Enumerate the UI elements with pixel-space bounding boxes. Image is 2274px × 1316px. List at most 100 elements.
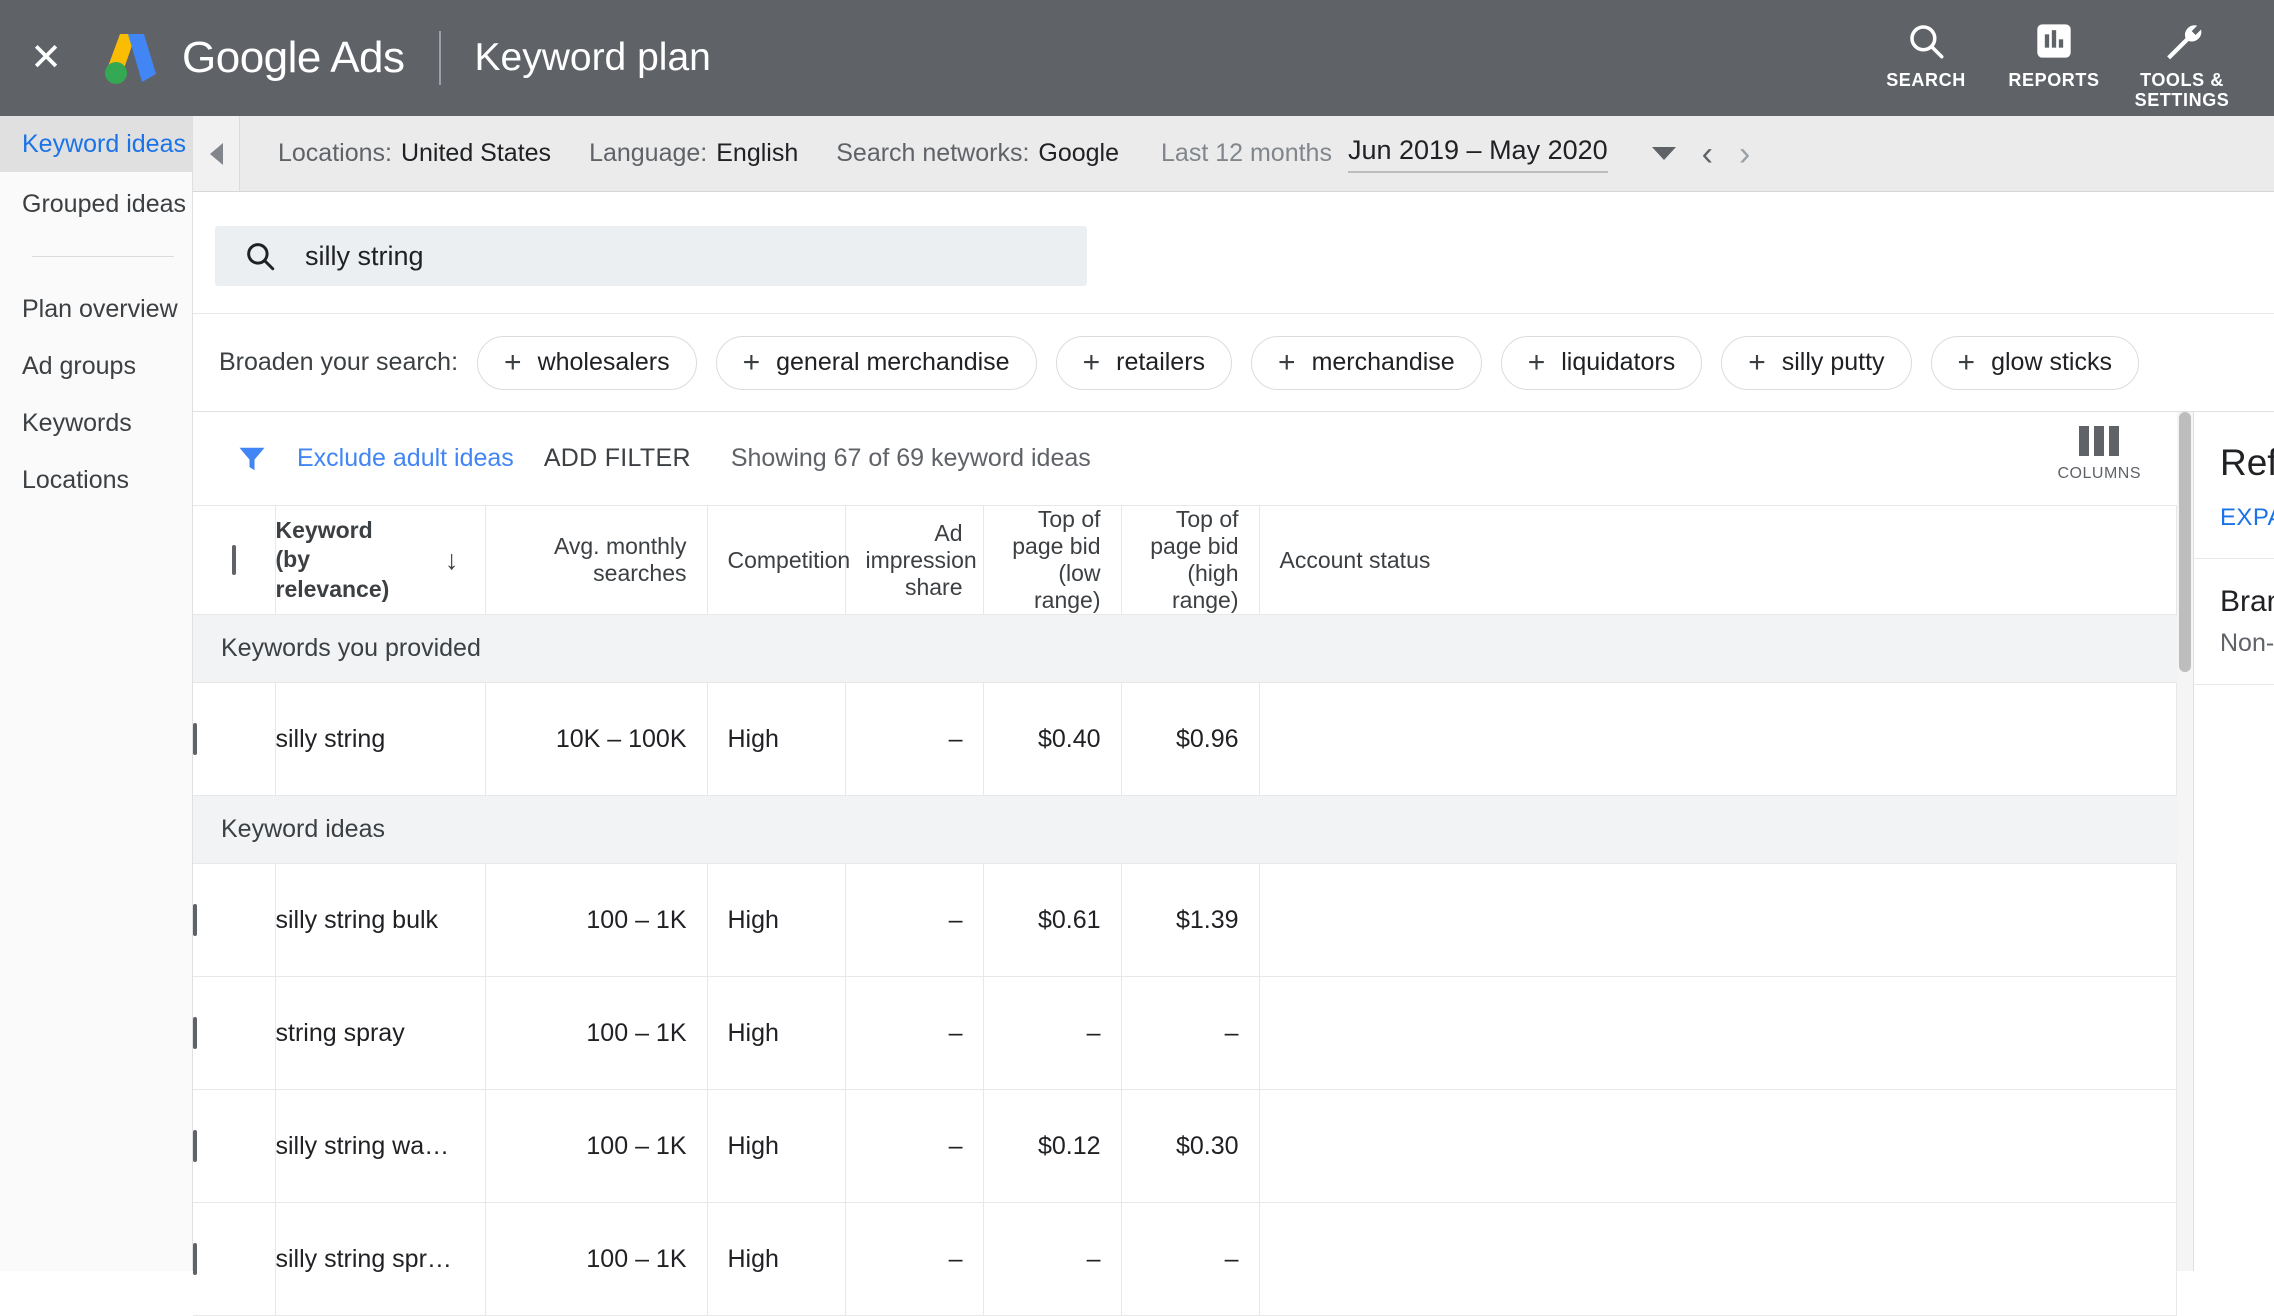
sidebar-item-locations[interactable]: Locations [0, 452, 192, 508]
cell-ad-impression-share: – [845, 977, 983, 1090]
column-header-avg-monthly-searches[interactable]: Avg. monthly searches [485, 506, 707, 615]
column-header-ad-impression-share[interactable]: Ad impression share [845, 506, 983, 615]
table-row[interactable]: silly string 10K – 100K High – $0.40 $0.… [193, 683, 2177, 796]
columns-button-label: COLUMNS [2057, 465, 2141, 483]
select-all-checkbox[interactable] [232, 545, 236, 575]
sidebar-item-grouped-ideas[interactable]: Grouped ideas [0, 176, 192, 232]
plus-icon: + [1083, 348, 1101, 378]
cell-account-status [1259, 1203, 2177, 1316]
column-header-competition[interactable]: Competition [707, 506, 845, 615]
cell-competition: High [707, 683, 845, 796]
row-checkbox[interactable] [193, 723, 197, 755]
broaden-chip-general-merchandise[interactable]: + general merchandise [716, 336, 1037, 390]
column-header-account-status[interactable]: Account status [1259, 506, 2177, 615]
broaden-chip-liquidators[interactable]: + liquidators [1501, 336, 1702, 390]
cell-keyword: string spray [275, 977, 485, 1090]
search-button[interactable]: SEARCH [1862, 12, 1990, 90]
search-input[interactable]: silly string [215, 226, 1087, 286]
broaden-chip-retailers[interactable]: + retailers [1056, 336, 1232, 390]
collapse-left-icon [210, 143, 223, 165]
column-header-keyword-line1: Keyword [276, 517, 373, 543]
sidebar-item-ad-groups[interactable]: Ad groups [0, 338, 192, 394]
chevron-left-icon[interactable]: ‹ [1702, 137, 1713, 171]
tools-settings-button[interactable]: TOOLS &SETTINGS [2118, 12, 2246, 110]
sidebar-item-keyword-ideas[interactable]: Keyword ideas [0, 116, 192, 172]
search-networks-filter[interactable]: Search networks: Google [836, 139, 1119, 168]
sidebar-item-keywords[interactable]: Keywords [0, 395, 192, 451]
broaden-chip-label: wholesalers [538, 348, 670, 377]
sidebar-item-label: Keywords [22, 409, 132, 438]
reports-button-label: REPORTS [2008, 70, 2099, 90]
vertical-scrollbar[interactable] [2177, 412, 2193, 1271]
broaden-chip-merchandise[interactable]: + merchandise [1251, 336, 1482, 390]
search-icon [243, 239, 277, 273]
reports-button[interactable]: REPORTS [1990, 12, 2118, 90]
sort-descending-arrow-icon[interactable]: ↓ [445, 545, 465, 576]
cell-account-status [1259, 1090, 2177, 1203]
broaden-chip-silly-putty[interactable]: + silly putty [1721, 336, 1911, 390]
language-filter-key: Language: [589, 139, 707, 168]
table-row[interactable]: string spray 100 – 1K High – – – [193, 977, 2177, 1090]
column-header-keyword-line3: relevance) [276, 576, 390, 602]
chevron-right-icon[interactable]: › [1739, 137, 1750, 171]
top-actions: SEARCH REPORTS TOOLS &SETTINGS [1862, 0, 2274, 116]
broaden-chip-label: silly putty [1782, 348, 1885, 377]
row-checkbox[interactable] [193, 1243, 197, 1275]
locations-filter[interactable]: Locations: United States [278, 139, 551, 168]
row-select-cell [193, 1090, 275, 1203]
refine-section-title: Brand or Non-Brand [2220, 585, 2274, 619]
tools-wrench-icon [2160, 18, 2204, 64]
cell-avg-monthly-searches: 100 – 1K [485, 1090, 707, 1203]
date-range-selector[interactable]: Last 12 months Jun 2019 – May 2020 [1161, 135, 1676, 173]
column-header-keyword[interactable]: Keyword (by relevance) ↓ [275, 506, 485, 615]
exclude-adult-ideas-filter[interactable]: Exclude adult ideas [297, 444, 514, 473]
collapse-left-button[interactable] [193, 116, 240, 191]
sidebar-item-label: Plan overview [22, 295, 178, 324]
keyword-ideas-panel: Exclude adult ideas ADD FILTER Showing 6… [193, 412, 2177, 1271]
plus-icon: + [1958, 348, 1976, 378]
table-row[interactable]: silly string bulk 100 – 1K High – $0.61 … [193, 864, 2177, 977]
broaden-search-row: Broaden your search: + wholesalers + gen… [193, 314, 2274, 412]
search-networks-filter-key: Search networks: [836, 139, 1029, 168]
cell-top-of-page-bid-high: – [1121, 1203, 1259, 1316]
broaden-chip-wholesalers[interactable]: + wholesalers [477, 336, 697, 390]
scrollbar-thumb[interactable] [2179, 412, 2191, 672]
top-app-bar: ✕ Google Ads Keyword plan SEARCH [0, 0, 2274, 116]
cell-top-of-page-bid-low: $0.40 [983, 683, 1121, 796]
filter-funnel-icon[interactable] [235, 444, 269, 474]
sidebar: Keyword ideas Grouped ideas Plan overvie… [0, 116, 193, 1271]
row-checkbox[interactable] [193, 904, 197, 936]
table-row[interactable]: silly string wa… 100 – 1K High – $0.12 $… [193, 1090, 2177, 1203]
table-row[interactable]: silly string spr… 100 – 1K High – – – [193, 1203, 2177, 1316]
row-checkbox[interactable] [193, 1130, 197, 1162]
cell-keyword: silly string wa… [275, 1090, 485, 1203]
close-icon[interactable]: ✕ [24, 36, 68, 80]
broaden-chip-glow-sticks[interactable]: + glow sticks [1931, 336, 2139, 390]
column-header-top-of-page-bid-high[interactable]: Top of page bid (high range) [1121, 506, 1259, 615]
expand-all-button[interactable]: EXPAND ALL [2220, 504, 2274, 532]
refine-section-brand[interactable]: Brand or Non-Brand Non-Brand [2194, 559, 2274, 685]
locations-filter-key: Locations: [278, 139, 392, 168]
language-filter[interactable]: Language: English [589, 139, 798, 168]
search-icon [1905, 18, 1947, 64]
cell-competition: High [707, 1203, 845, 1316]
add-filter-button[interactable]: ADD FILTER [544, 444, 691, 473]
plus-icon: + [1528, 348, 1546, 378]
caret-down-icon[interactable] [1652, 147, 1676, 160]
group-header-row: Keywords you provided [193, 615, 2177, 683]
date-range-value[interactable]: Jun 2019 – May 2020 [1348, 135, 1608, 173]
cell-keyword: silly string spr… [275, 1203, 485, 1316]
refine-keywords-panel: Refine keywords EXPAND ALL Brand or Non-… [2193, 412, 2274, 1271]
cell-avg-monthly-searches: 100 – 1K [485, 864, 707, 977]
sidebar-item-label: Grouped ideas [22, 190, 186, 219]
sidebar-item-plan-overview[interactable]: Plan overview [0, 281, 192, 337]
row-select-cell [193, 683, 275, 796]
cell-top-of-page-bid-low: $0.61 [983, 864, 1121, 977]
column-header-top-of-page-bid-low[interactable]: Top of page bid (low range) [983, 506, 1121, 615]
broaden-chip-label: general merchandise [776, 348, 1009, 377]
brand-name: Google Ads [182, 33, 405, 83]
row-checkbox[interactable] [193, 1017, 197, 1049]
group-header-label: Keywords you provided [193, 615, 2177, 683]
cell-ad-impression-share: – [845, 864, 983, 977]
columns-button[interactable]: COLUMNS [2057, 426, 2141, 483]
